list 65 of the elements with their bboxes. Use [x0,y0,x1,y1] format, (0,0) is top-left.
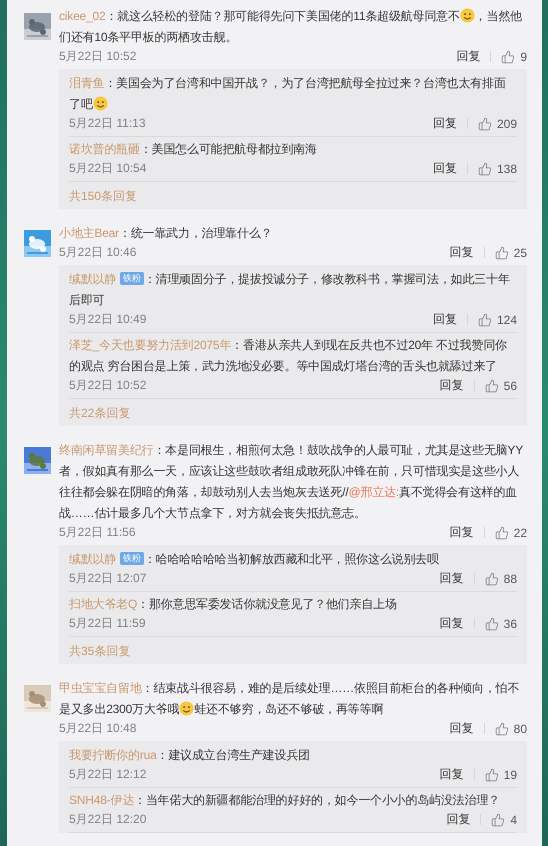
comment-text: 缄默以静 铁粉 ：清理顽固分子，提拔投诚分子，修改教科书，掌握司法，如此三十年后即可 [69,271,511,309]
emoji-icon [179,701,194,716]
comment-time: 5月22日 12:20 [69,811,148,828]
thumbs-up-icon [478,116,492,130]
emoji-icon [92,96,108,111]
thumbs-up-icon [494,246,509,260]
reply-link[interactable]: 回复 [432,311,457,328]
like-button[interactable]: 22 [494,526,527,540]
like-button[interactable]: 124 [478,312,517,326]
reply-link[interactable]: 回复 [440,766,464,783]
comment-text: 我要拧断你的rua：建议成立台湾生产建设兵团 [69,747,311,764]
thumbs-up-icon [478,162,492,176]
thumbs-up-icon [491,812,506,826]
like-button[interactable]: 4 [491,812,517,826]
like-button[interactable]: 9 [501,50,527,64]
comment-text: 终南闲草留美纪行：本是同根生，相煎何太急！鼓吹战争的人最可耻，尤其是这些无脑YY者，假如真有那么一天，应该让这些鼓吹者组成敢死队冲锋在前，只可惜现实是这些小人往往都会躲在阴暗的角落，却鼓动别人去当炮灰去送死//@邢立达:真不觉得会有这样的血战……估计最多几个大节点拿下，对方就会丧失抵抗意志。 [59,442,524,522]
comment-text: SNH48-伊达：当年偌大的新疆都能治理的好好的，如今一个小小的岛屿没法治理？ [69,792,501,809]
comment-time: 5月22日 10:46 [59,244,138,261]
thumbs-up-icon [494,722,509,736]
emoji-icon [460,8,475,23]
like-button[interactable]: 209 [478,116,517,130]
thumbs-up-icon [484,768,499,782]
reply-link[interactable]: 回复 [450,720,474,737]
like-button[interactable]: 36 [484,616,517,630]
thumbs-up-icon [484,572,499,586]
reply-link[interactable]: 回复 [440,615,464,632]
thumbs-up-icon [478,312,492,326]
comment-time: 5月22日 12:07 [69,570,148,587]
comment-time: 5月22日 10:48 [59,720,138,737]
comment-time: 5月22日 10:52 [59,48,138,65]
reply-link[interactable]: 回复 [432,160,457,177]
comment-time: 5月22日 11:59 [69,615,146,632]
comment-time: 5月22日 12:12 [69,766,148,783]
thumbs-up-icon [484,378,499,392]
reply-link[interactable]: 回复 [440,377,464,394]
comment-text: 小地主Bear：统一靠武力，治理靠什么？ [59,225,274,242]
comment-text: 缄默以静 铁粉 ：哈哈哈哈哈哈当初解放西藏和北平，照你这么说别去呗 [69,551,440,568]
thumbs-up-icon [484,616,499,630]
reply-link[interactable]: 回复 [440,570,464,587]
comment-text: 泪青鱼：美国会为了台湾和中国开战？，为了台湾把航母全拉过来？台湾也太有排面了吧 [69,75,507,113]
thumbs-up-icon [494,526,509,540]
comment-time: 5月22日 11:56 [59,524,136,541]
reply-link[interactable]: 回复 [446,811,470,828]
fan-badge: 铁粉 [120,272,144,285]
comment-text: cikee_02：就这么轻松的登陆？那可能得先问下美国佬的11条超级航母同意不 ，当然他们还有10条平甲板的两栖攻击舰。 [59,7,523,46]
reply-link[interactable]: 回复 [450,244,474,261]
like-button[interactable]: 138 [478,162,517,176]
thumbs-up-icon [501,50,516,64]
like-button[interactable]: 80 [494,722,527,736]
comment-text: 诺坎普的瓶砸：美国怎么可能把航母都拉到南海 [69,141,318,158]
like-button[interactable]: 25 [494,246,527,260]
like-button[interactable]: 19 [484,768,517,782]
like-button[interactable]: 88 [484,572,517,586]
comment-time: 5月22日 10:54 [69,160,148,177]
like-button[interactable]: 56 [484,378,517,392]
comment-time: 5月22日 10:49 [69,311,148,328]
reply-link[interactable]: 回复 [456,48,480,65]
comment-time: 5月22日 10:52 [69,377,148,394]
comment-text: 泽芝_今天也要努力活到2075年：香港从亲共人到现在反共也不过20年 不过我赞同你的观点 穷台困台是上策，武力洗地没必要。等中国成灯塔台湾的舌头也就舔过来了 [69,337,508,375]
comment-text: 甲虫宝宝自留地：结束战斗很容易，难的是后续处理……依照目前柜台的各种倾向，怕不是又多出2300万大爷哦 蛙还不够穷，岛还不够破，再等等啊 [59,680,520,718]
comment-text: 扫地大爷老Q：那你意思军委发话你就没意见了？他们亲自上场 [69,596,398,613]
reply-link[interactable]: 回复 [450,524,474,541]
comment-time: 5月22日 11:13 [69,115,146,132]
fan-badge: 铁粉 [120,552,144,565]
reply-link[interactable]: 回复 [432,115,457,132]
